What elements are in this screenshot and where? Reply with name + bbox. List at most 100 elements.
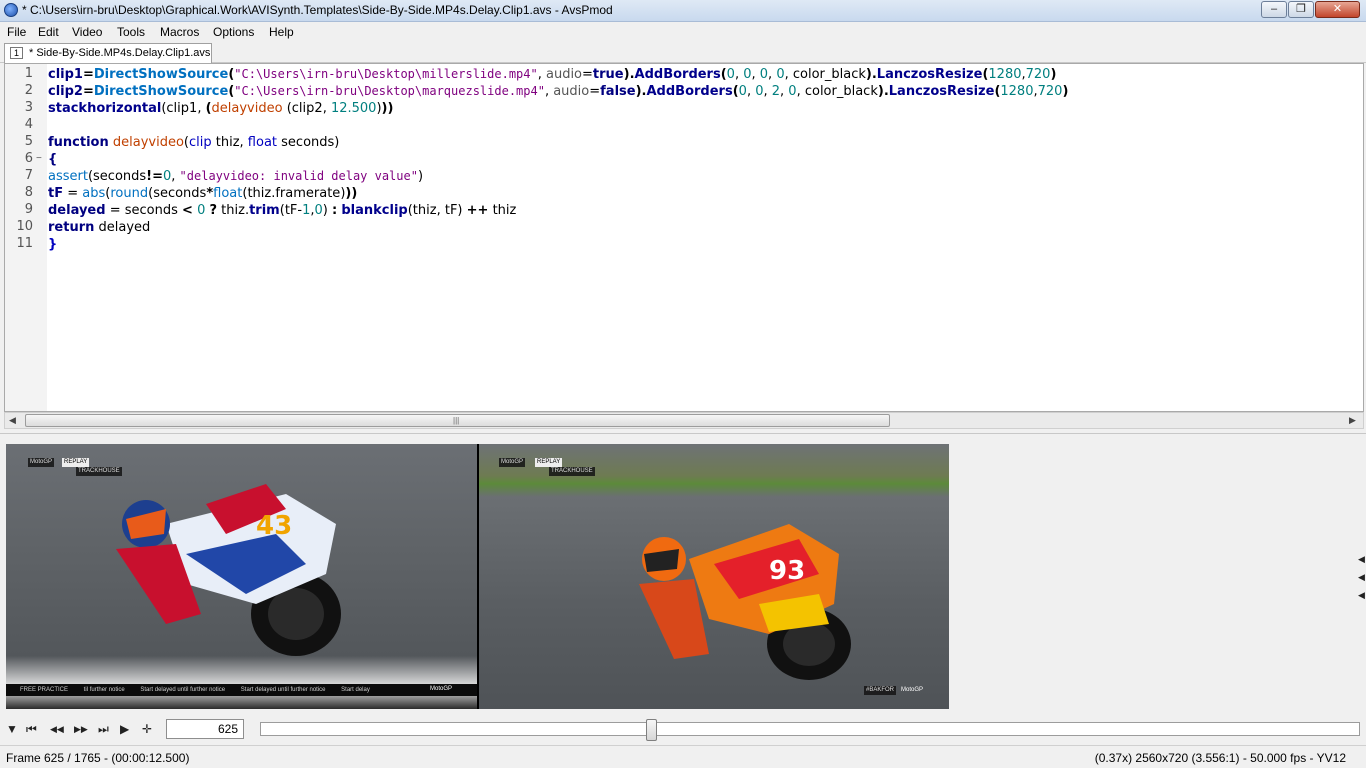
token: audio [553, 84, 590, 99]
token: float [213, 186, 243, 201]
token: 0 [738, 84, 747, 99]
collapse-arrow-icon[interactable]: ◀ [1358, 590, 1365, 601]
menu-tools[interactable]: Tools [117, 25, 145, 39]
token: seconds [153, 186, 207, 201]
playback-toolbar: ▼ ⏮ ◀◀ ▶▶ ⏭ ▶ ✛ 625 [0, 715, 1366, 745]
osd-corner-tag: #BAKFOR [864, 686, 897, 695]
status-bar: Frame 625 / 1765 - (00:00:12.500) (0.37x… [0, 745, 1366, 768]
token: 0 [197, 203, 206, 218]
status-frame-info: Frame 625 / 1765 - (00:00:12.500) [6, 751, 190, 765]
token: delayed [48, 203, 106, 218]
menu-file[interactable]: File [7, 25, 26, 39]
tab-script[interactable]: 1 * Side-By-Side.MP4s.Delay.Clip1.avs [4, 43, 212, 63]
token: clip1 [48, 67, 83, 82]
close-button[interactable]: ✕ [1315, 1, 1360, 18]
toggle-preview-button[interactable]: ▼ [6, 722, 18, 736]
token: thiz [412, 203, 437, 218]
video-preview-pane: MotoGP REPLAY TRACKHOUSE 43 FREE PRACTIC… [0, 433, 1366, 715]
token: seconds [124, 203, 178, 218]
code-line-10: return delayed [48, 219, 150, 236]
code-line-9: delayed = seconds < 0 ? thiz.trim(tF-1,0… [48, 203, 517, 218]
token: color_black [804, 84, 878, 99]
token: stackhorizontal [48, 101, 162, 116]
maximize-button[interactable]: ❐ [1288, 1, 1314, 18]
editor-horizontal-scrollbar[interactable]: ◀ ||| ▶ [4, 412, 1364, 429]
osd-badge: REPLAY [535, 458, 563, 467]
token: 1280 [1000, 84, 1034, 99]
title-bar: * C:\Users\irn-bru\Desktop\Graphical.Wor… [0, 0, 1366, 22]
token: { [48, 152, 58, 167]
line-number: 10 [16, 219, 33, 234]
line-number: 8 [24, 185, 33, 200]
token: assert [48, 169, 88, 184]
ticker-item: til further notice [83, 687, 125, 693]
token: color_black [792, 67, 866, 82]
collapse-arrow-icon[interactable]: ◀ [1358, 572, 1365, 583]
news-ticker: FREE PRACTICE til further notice Start d… [6, 684, 477, 696]
next-frame-button[interactable]: ▶▶ [74, 724, 88, 735]
token: 0 [788, 84, 797, 99]
token: } [48, 237, 58, 252]
menu-help[interactable]: Help [269, 25, 294, 39]
token: delayed [98, 220, 151, 235]
ticker-item: Start delay [341, 687, 370, 693]
token: 0 [163, 169, 172, 184]
video-frame[interactable]: MotoGP REPLAY TRACKHOUSE 43 FREE PRACTIC… [6, 444, 949, 709]
first-frame-button[interactable]: ⏮ [26, 722, 37, 737]
line-number-gutter: 1 2 3 4 5 6 7 8 9 10 11 − [5, 64, 47, 411]
code-line-2: clip2=DirectShowSource("C:\Users\irn-bru… [48, 84, 1069, 99]
script-editor[interactable]: 1 2 3 4 5 6 7 8 9 10 11 − clip1=DirectSh… [4, 63, 1364, 412]
token: tF [444, 203, 458, 218]
line-number: 11 [16, 236, 33, 251]
frame-number-input[interactable]: 625 [166, 719, 244, 739]
scroll-left-arrow-icon[interactable]: ◀ [9, 415, 16, 426]
token: AddBorders [646, 84, 733, 99]
scroll-right-arrow-icon[interactable]: ▶ [1349, 415, 1356, 426]
token: 0 [726, 67, 735, 82]
menu-options[interactable]: Options [213, 25, 254, 39]
scroll-grip: ||| [453, 416, 460, 425]
token: 0 [755, 84, 764, 99]
motogp-logo: MotoGP [430, 686, 453, 692]
token: "C:\Users\irn-bru\Desktop\millerslide.mp… [234, 67, 538, 81]
line-number: 2 [24, 83, 33, 98]
line-number: 6 [24, 151, 33, 166]
osd-badge: MotoGP [499, 458, 526, 467]
token: LanczosResize [876, 67, 983, 82]
last-frame-button[interactable]: ⏭ [98, 722, 109, 737]
token: tF [48, 186, 64, 201]
token: function [48, 135, 109, 150]
token: thiz.framerate [247, 186, 341, 201]
token: thiz [215, 135, 240, 150]
token: abs [82, 186, 106, 201]
seek-slider-thumb[interactable] [645, 719, 657, 741]
token: return [48, 220, 95, 235]
collapse-arrow-icon[interactable]: ◀ [1358, 554, 1365, 565]
token: seconds [281, 135, 335, 150]
menu-edit[interactable]: Edit [38, 25, 59, 39]
prev-frame-button[interactable]: ◀◀ [50, 724, 64, 735]
token: DirectShowSource [93, 67, 229, 82]
svg-text:93: 93 [769, 556, 805, 586]
token: 720 [1037, 84, 1063, 99]
menu-macros[interactable]: Macros [160, 25, 199, 39]
token: 1280 [988, 67, 1022, 82]
scrollbar-thumb[interactable]: ||| [25, 414, 890, 427]
seek-slider[interactable] [260, 719, 1360, 741]
token: 0 [776, 67, 785, 82]
menu-video[interactable]: Video [72, 25, 102, 39]
token: LanczosResize [888, 84, 995, 99]
crosshair-button[interactable]: ✛ [142, 722, 152, 736]
minimize-button[interactable]: ‒ [1261, 1, 1287, 18]
code-line-3: stackhorizontal(clip1, (delayvideo (clip… [48, 101, 394, 116]
play-button[interactable]: ▶ [120, 722, 129, 736]
token: 720 [1025, 67, 1051, 82]
code-line-8: tF = abs(round(seconds*float(thiz.framer… [48, 186, 358, 201]
token: 2 [771, 84, 781, 99]
token: DirectShowSource [93, 84, 229, 99]
rider-illustration: 43 [116, 484, 341, 656]
status-video-info: (0.37x) 2560x720 (3.556:1) - 50.000 fps … [1094, 751, 1346, 765]
token: thiz [221, 203, 245, 218]
token: trim [249, 203, 280, 218]
fold-marker-icon[interactable]: − [36, 153, 42, 164]
